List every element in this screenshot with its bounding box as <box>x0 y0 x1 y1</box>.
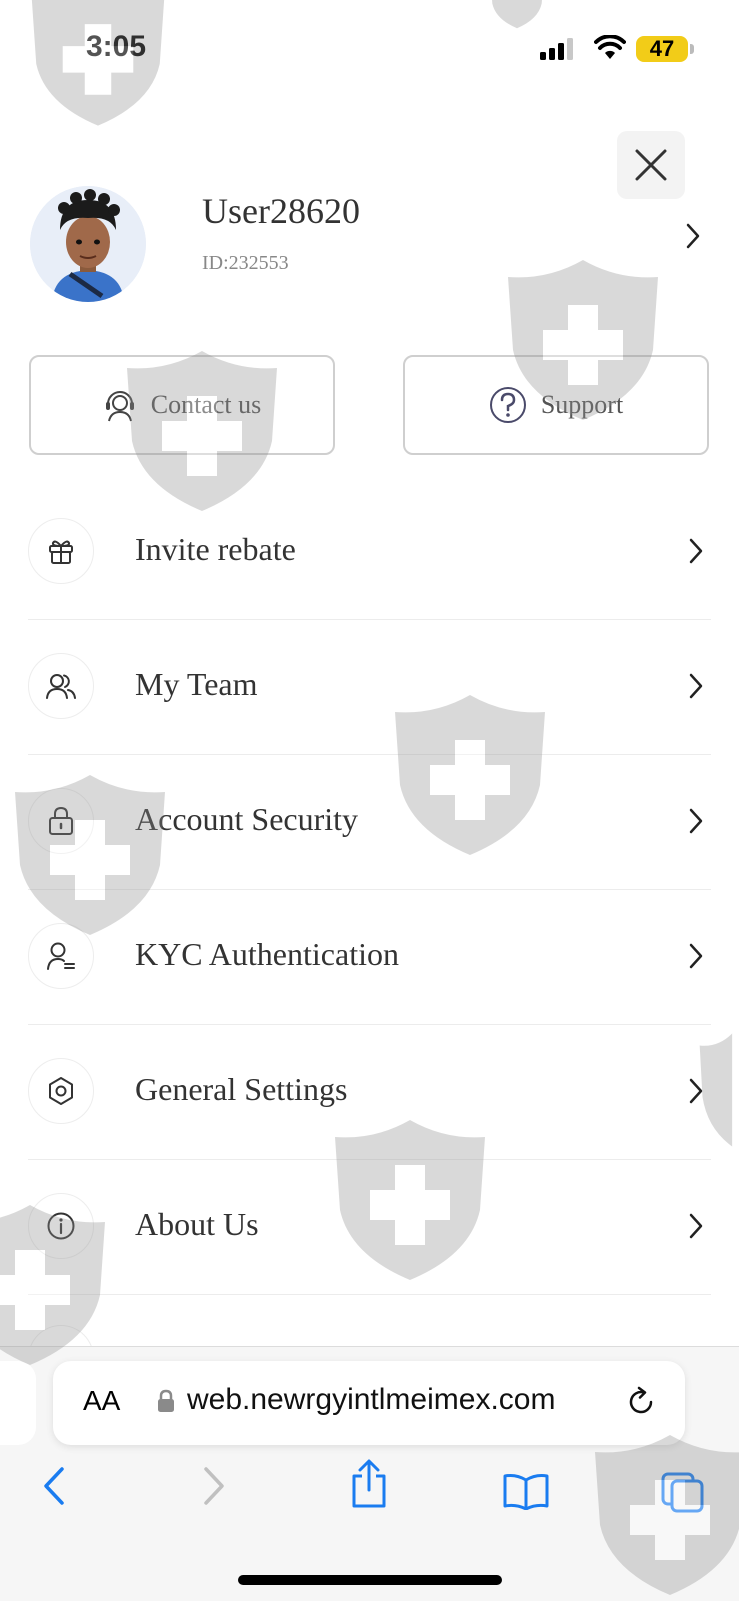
user-id: ID:232553 <box>202 252 289 274</box>
share-icon[interactable] <box>349 1458 389 1510</box>
help-icon <box>489 387 526 423</box>
bookmarks-icon[interactable] <box>502 1472 550 1510</box>
settings-icon <box>28 1058 94 1124</box>
close-icon <box>635 149 667 181</box>
user-id-icon <box>28 923 94 989</box>
battery-tip <box>690 44 694 54</box>
menu-item-my-team[interactable]: My Team <box>28 620 711 755</box>
menu-label-account-security: Account Security <box>135 801 359 837</box>
menu-label-kyc-authentication: KYC Authentication <box>135 936 399 972</box>
menu-item-invite-rebate[interactable]: Invite rebate <box>28 485 711 620</box>
chevron-right-icon <box>689 673 703 699</box>
lock-icon <box>28 788 94 854</box>
headset-icon <box>105 391 134 422</box>
home-indicator <box>238 1575 502 1585</box>
wifi-icon <box>594 35 626 59</box>
avatar <box>30 186 146 302</box>
status-bar: 3:05 47 <box>0 0 739 100</box>
menu-label-my-team: My Team <box>135 666 258 702</box>
cellular-signal-icon <box>540 38 573 60</box>
menu-label-invite-rebate: Invite rebate <box>135 531 296 567</box>
address-bar[interactable]: AA web.newrgyintlmeimex.com <box>53 1361 685 1445</box>
username: User28620 <box>202 191 360 231</box>
menu-label-about-us: About Us <box>135 1206 259 1242</box>
menu-item-kyc-authentication[interactable]: KYC Authentication <box>28 890 711 1025</box>
menu-list: Invite rebate My Team Account Security K… <box>28 485 711 1295</box>
chevron-right-icon <box>686 223 700 249</box>
status-time: 3:05 <box>86 30 147 63</box>
chevron-right-icon <box>689 1078 703 1104</box>
url-text: web.newrgyintlmeimex.com <box>187 1383 556 1416</box>
contact-us-button[interactable]: Contact us <box>29 355 335 455</box>
menu-label-general-settings: General Settings <box>135 1071 348 1107</box>
menu-item-general-settings[interactable]: General Settings <box>28 1025 711 1160</box>
support-button[interactable]: Support <box>403 355 709 455</box>
chevron-right-icon <box>689 538 703 564</box>
tabs-icon[interactable] <box>660 1471 706 1513</box>
text-size-button[interactable]: AA <box>83 1385 120 1417</box>
battery-indicator: 47 <box>636 36 688 62</box>
menu-item-about-us[interactable]: About Us <box>28 1160 711 1295</box>
menu-item-account-security[interactable]: Account Security <box>28 755 711 890</box>
contact-us-label: Contact us <box>150 390 262 419</box>
previous-tab-peek[interactable] <box>0 1361 36 1445</box>
team-icon <box>28 653 94 719</box>
chevron-right-icon <box>689 808 703 834</box>
text-size-label: AA <box>83 1385 121 1416</box>
forward-icon[interactable] <box>198 1465 228 1507</box>
support-label: Support <box>540 390 624 419</box>
back-icon[interactable] <box>40 1465 70 1507</box>
gift-icon <box>28 518 94 584</box>
reload-icon[interactable] <box>624 1385 658 1419</box>
info-icon <box>28 1193 94 1259</box>
profile-card[interactable]: User28620 ID:232553 <box>28 186 718 306</box>
padlock-icon <box>158 1389 174 1412</box>
chevron-right-icon <box>689 1213 703 1239</box>
chevron-right-icon <box>689 943 703 969</box>
